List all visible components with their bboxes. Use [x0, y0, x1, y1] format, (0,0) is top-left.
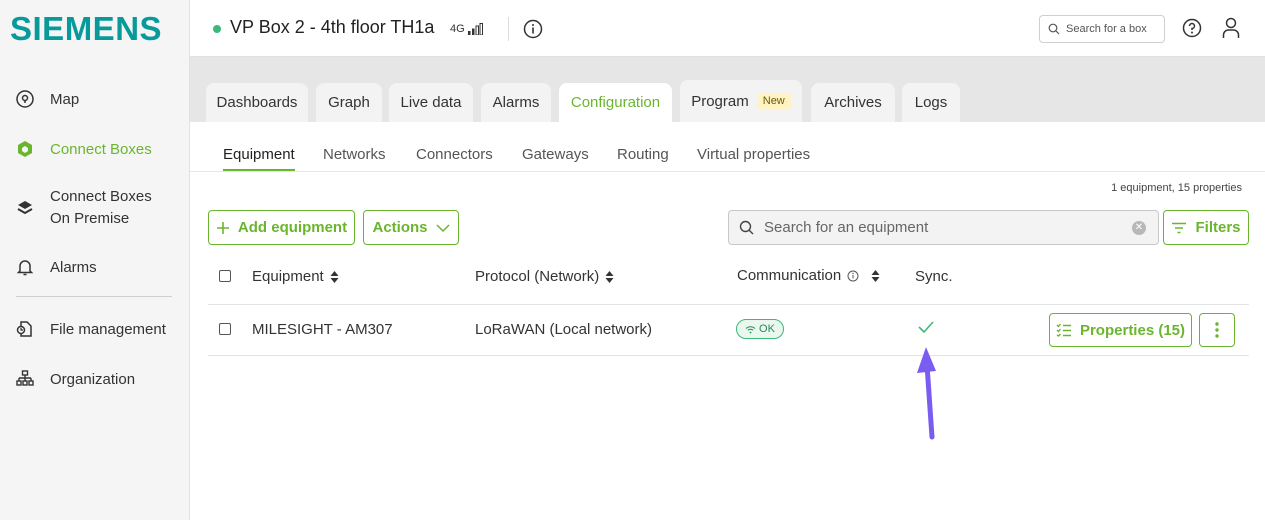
subtab-connectors[interactable]: Connectors [416, 146, 493, 163]
row-checkbox[interactable] [219, 323, 231, 335]
subtab-equipment[interactable]: Equipment [223, 146, 295, 163]
sidebar-item-map[interactable]: Map [0, 86, 190, 112]
actions-dropdown[interactable]: Actions [363, 210, 459, 245]
filters-button[interactable]: Filters [1163, 210, 1249, 245]
help-icon[interactable] [1181, 17, 1203, 39]
tab-alarms[interactable]: Alarms [481, 83, 551, 122]
sidebar-item-organization[interactable]: Organization [0, 366, 190, 392]
clear-search-icon[interactable]: ✕ [1132, 221, 1146, 235]
sidebar: SIEMENS Map Connect Boxes Connect Boxes … [0, 0, 190, 520]
subtab-divider [190, 171, 1265, 172]
new-badge: New [756, 93, 791, 109]
stack-icon [0, 198, 50, 218]
sidebar-item-label: Map [50, 90, 80, 108]
sidebar-divider [16, 296, 172, 297]
tab-archives[interactable]: Archives [811, 83, 895, 122]
filters-label: Filters [1195, 219, 1241, 236]
row-more-menu-button[interactable] [1199, 313, 1235, 347]
tab-graph[interactable]: Graph [316, 83, 382, 122]
bell-icon [0, 257, 50, 277]
connect-box-icon [0, 139, 50, 159]
signal-strength-icon [467, 23, 483, 35]
wifi-icon [745, 325, 756, 333]
protocol-cell: LoRaWAN (Local network) [475, 321, 653, 338]
box-search-placeholder: Search for a box [1066, 23, 1147, 35]
select-all-checkbox[interactable] [219, 270, 231, 282]
search-icon [1048, 23, 1060, 35]
subtab-routing[interactable]: Routing [617, 146, 669, 163]
top-header: VP Box 2 - 4th floor TH1a 4G Search for … [190, 0, 1265, 57]
user-icon[interactable] [1220, 16, 1242, 40]
tab-program[interactable]: Program New [680, 80, 802, 122]
table-header-divider [208, 304, 1249, 305]
tab-configuration[interactable]: Configuration [559, 83, 672, 122]
add-equipment-label: Add equipment [237, 219, 348, 236]
info-icon [847, 270, 859, 281]
communication-status-badge: OK [736, 319, 784, 339]
tab-dashboards[interactable]: Dashboards [206, 83, 308, 122]
column-header-equipment[interactable]: Equipment [252, 268, 339, 285]
plus-icon [216, 221, 229, 234]
sidebar-item-label: Organization [50, 370, 136, 388]
sort-icon [330, 270, 339, 283]
column-header-protocol[interactable]: Protocol (Network) [475, 268, 614, 285]
sort-icon [605, 270, 614, 283]
actions-label: Actions [372, 219, 428, 236]
org-chart-icon [0, 369, 50, 389]
annotation-arrow-icon [917, 347, 936, 440]
table-row-divider [208, 355, 1249, 356]
more-vertical-icon [1215, 322, 1219, 338]
equipment-search-placeholder: Search for an equipment [764, 219, 929, 236]
add-equipment-button[interactable]: Add equipment [208, 210, 355, 245]
sidebar-item-label: File management [50, 320, 166, 338]
sidebar-item-connect-boxes-on-premise[interactable]: Connect Boxes On Premise [0, 186, 190, 230]
network-status: 4G [450, 23, 483, 35]
tab-program-label: Program [691, 92, 749, 110]
chevron-down-icon [435, 223, 450, 232]
equipment-count-summary: 1 equipment, 15 properties [1111, 182, 1242, 194]
column-header-sync: Sync. [915, 268, 953, 285]
sidebar-item-file-management[interactable]: File management [0, 316, 190, 342]
sidebar-item-label: Alarms [50, 258, 97, 276]
sidebar-item-connect-boxes[interactable]: Connect Boxes [0, 136, 190, 162]
equipment-search-input[interactable]: Search for an equipment ✕ [728, 210, 1159, 245]
info-icon[interactable] [522, 18, 544, 40]
column-header-communication[interactable]: Communication [737, 267, 880, 284]
file-icon [0, 319, 50, 339]
online-status-dot [213, 25, 221, 33]
sidebar-item-alarms[interactable]: Alarms [0, 254, 190, 280]
box-search-input[interactable]: Search for a box [1039, 15, 1165, 43]
active-subtab-indicator [223, 169, 295, 171]
tab-live-data[interactable]: Live data [389, 83, 473, 122]
map-pin-icon [0, 89, 50, 109]
checklist-icon [1056, 323, 1071, 337]
subtab-virtual-properties[interactable]: Virtual properties [697, 146, 810, 163]
search-icon [739, 220, 754, 235]
subtab-gateways[interactable]: Gateways [522, 146, 589, 163]
box-title: VP Box 2 - 4th floor TH1a [230, 17, 435, 37]
header-divider [508, 17, 509, 41]
network-type-label: 4G [450, 23, 465, 35]
sidebar-item-label: Connect Boxes [50, 140, 152, 158]
sidebar-item-label: Connect Boxes On Premise [50, 188, 152, 227]
tab-logs[interactable]: Logs [902, 83, 960, 122]
properties-label: Properties (15) [1079, 321, 1186, 339]
filter-icon [1172, 222, 1187, 233]
sync-check-icon [918, 321, 934, 334]
siemens-logo[interactable]: SIEMENS [10, 10, 162, 48]
sort-icon [871, 269, 880, 282]
subtab-networks[interactable]: Networks [323, 146, 386, 163]
properties-button[interactable]: Properties (15) [1049, 313, 1192, 347]
equipment-name-cell[interactable]: MILESIGHT - AM307 [252, 321, 393, 338]
